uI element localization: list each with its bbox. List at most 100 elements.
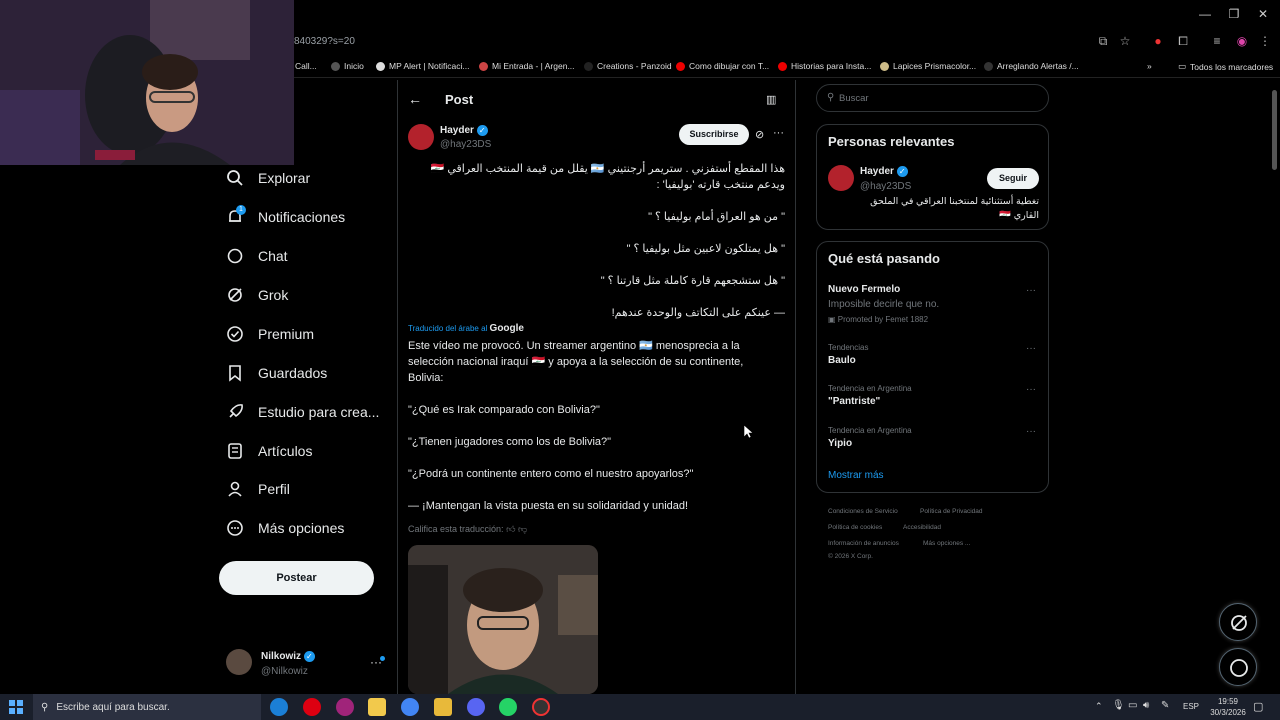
follow-button[interactable]: Seguir <box>987 168 1039 189</box>
post-button[interactable]: Postear <box>219 561 374 595</box>
install-icon[interactable]: ⧉ <box>1096 34 1110 48</box>
arabic-line: ويدعم منتخب قارته 'بوليفيا' : <box>656 179 785 191</box>
site-icon <box>984 61 993 71</box>
author-handle[interactable]: @hay23DS <box>440 139 491 150</box>
trend-more-icon[interactable]: ··· <box>1026 343 1270 354</box>
taskbar-search[interactable]: ⚲ Escribe aquí para buscar. <box>33 694 261 720</box>
bookmark-item[interactable]: Call... <box>295 61 317 71</box>
translation-credit[interactable]: Traducido del árabe al Google <box>408 323 524 334</box>
profile-icon[interactable]: ◉ <box>1235 34 1249 48</box>
author-avatar[interactable] <box>408 124 434 150</box>
trend-title[interactable]: "Pantriste" <box>828 396 880 407</box>
nav-premium[interactable]: Premium <box>226 325 314 343</box>
url-text[interactable]: 840329?s=20 <box>294 36 355 47</box>
extensions-puzzle-icon[interactable]: ⧠ <box>1176 34 1190 48</box>
opera-gx-icon[interactable] <box>336 698 354 716</box>
search-input[interactable]: ⚲ Buscar <box>816 84 1049 112</box>
nav-chat[interactable]: Chat <box>226 247 288 265</box>
obs-icon[interactable] <box>532 698 550 716</box>
trend-more-icon[interactable]: ··· <box>1026 426 1270 437</box>
store-icon[interactable] <box>368 698 386 716</box>
chat-icon <box>227 248 243 264</box>
windows-start-icon[interactable] <box>9 700 23 714</box>
bookmark-item[interactable]: Inicio <box>331 61 364 71</box>
whatsapp-icon[interactable] <box>499 698 517 716</box>
bookmark-star-icon[interactable]: ☆ <box>1118 34 1132 48</box>
footer-link[interactable]: Política de cookies <box>828 524 882 531</box>
avatar[interactable] <box>828 165 854 191</box>
clock[interactable]: 19:59 30/3/2026 <box>1203 696 1253 718</box>
footer-link[interactable]: Accesibilidad <box>903 524 941 531</box>
extension-icon[interactable]: ● <box>1151 34 1165 48</box>
nav-explore[interactable]: Explorar <box>226 169 310 187</box>
network-icon[interactable]: ▭ <box>1128 700 1137 711</box>
close-icon[interactable]: ✕ <box>1255 6 1271 22</box>
nav-label: Chat <box>258 248 288 264</box>
trend-more-icon[interactable]: ··· <box>1026 285 1270 296</box>
chat-icon <box>1230 659 1248 677</box>
nav-grok[interactable]: Grok <box>226 286 288 304</box>
nav-creator-studio[interactable]: Estudio para crea... <box>226 403 379 421</box>
grok-icon[interactable]: ⊘ <box>755 128 764 141</box>
nav-bookmarks[interactable]: Guardados <box>226 364 327 382</box>
trend-title[interactable]: Baulo <box>828 355 856 366</box>
media-control-icon[interactable]: ≡ <box>1210 34 1224 48</box>
pen-icon[interactable]: ✎ <box>1161 700 1169 711</box>
reader-icon[interactable]: ▥ <box>766 93 776 106</box>
translated-line: Este vídeo me provocó. Un streamer argen… <box>408 340 740 352</box>
bookmark-item[interactable]: Mi Entrada - | Argen... <box>479 61 575 71</box>
volume-icon[interactable]: 🔊︎ <box>1143 700 1149 711</box>
author-name[interactable]: Hayder ✓ <box>440 125 488 136</box>
bookmark-item[interactable]: Historias para Insta... <box>778 61 871 71</box>
rate-translation: Califica esta traducción: 👍︎ 👎︎ <box>408 524 528 534</box>
bookmarks-overflow[interactable]: » <box>1147 61 1152 71</box>
thumbs-up-icon[interactable]: 👍︎ <box>506 524 515 534</box>
microphone-icon[interactable]: 🎙︎ <box>1112 700 1125 711</box>
person-handle: @hay23DS <box>860 181 912 192</box>
chrome-icon[interactable] <box>401 698 419 716</box>
tray-chevron-icon[interactable]: ⌃ <box>1095 701 1103 712</box>
subscribe-button[interactable]: Suscribirse <box>679 124 749 145</box>
more-icon[interactable]: ··· <box>773 127 784 139</box>
edge-icon[interactable] <box>270 698 288 716</box>
account-name[interactable]: Nilkowiz ✓ <box>261 651 315 662</box>
footer-link[interactable]: Más opciones ... <box>923 540 970 547</box>
avatar[interactable] <box>226 649 252 675</box>
promoted-label: ▣ Promoted by Femet 1882 <box>828 315 929 324</box>
notification-center-icon[interactable]: ▢ <box>1253 700 1263 713</box>
arabic-line: هذا المقطع أستفزني . ستريمر أرجنتيني 🇦🇷 … <box>430 163 785 175</box>
back-arrow-icon[interactable]: ← <box>408 91 422 107</box>
clock-time: 19:59 <box>1217 697 1239 706</box>
minimize-icon[interactable]: — <box>1197 6 1213 22</box>
trend-title[interactable]: Nuevo Fermelo <box>828 284 900 295</box>
file-explorer-icon[interactable] <box>434 698 452 716</box>
opera-icon[interactable] <box>303 698 321 716</box>
bookmark-item[interactable]: MP Alert | Notificaci... <box>376 61 469 71</box>
browser-menu-icon[interactable]: ⋮ <box>1258 34 1272 48</box>
grok-fab[interactable] <box>1219 603 1257 641</box>
all-bookmarks[interactable]: ▭ Todos los marcadores <box>1178 61 1273 72</box>
discord-icon[interactable] <box>467 698 485 716</box>
footer-link[interactable]: Política de Privacidad <box>920 508 983 515</box>
restore-icon[interactable]: ❐ <box>1226 6 1242 22</box>
scrollbar-thumb[interactable] <box>1272 90 1277 170</box>
person-name[interactable]: Hayder ✓ <box>860 166 908 177</box>
trend-title[interactable]: Yipio <box>828 438 852 449</box>
more-circle-icon <box>227 520 243 536</box>
bookmark-item[interactable]: Creations - Panzoid <box>584 61 672 71</box>
footer-link[interactable]: Condiciones de Servicio <box>828 508 898 515</box>
show-more-link[interactable]: Mostrar más <box>828 470 884 481</box>
chat-fab[interactable] <box>1219 648 1257 686</box>
language-indicator[interactable]: ESP <box>1183 702 1199 711</box>
section-title: Qué está pasando <box>828 251 940 266</box>
footer-link[interactable]: Información de anuncios <box>828 540 899 547</box>
nav-more-options[interactable]: Más opciones <box>226 519 344 537</box>
bookmark-item[interactable]: Lapices Prismacolor... <box>880 61 976 71</box>
trend-more-icon[interactable]: ··· <box>1026 384 1270 395</box>
bookmark-item[interactable]: Como dibujar con T... <box>676 61 769 71</box>
thumbs-down-icon[interactable]: 👎︎ <box>518 524 527 534</box>
nav-profile[interactable]: Perfil <box>226 480 290 498</box>
bookmark-item[interactable]: Arreglando Alertas /... <box>984 61 1079 71</box>
nav-articles[interactable]: Artículos <box>226 442 312 460</box>
post-video[interactable] <box>408 545 598 694</box>
